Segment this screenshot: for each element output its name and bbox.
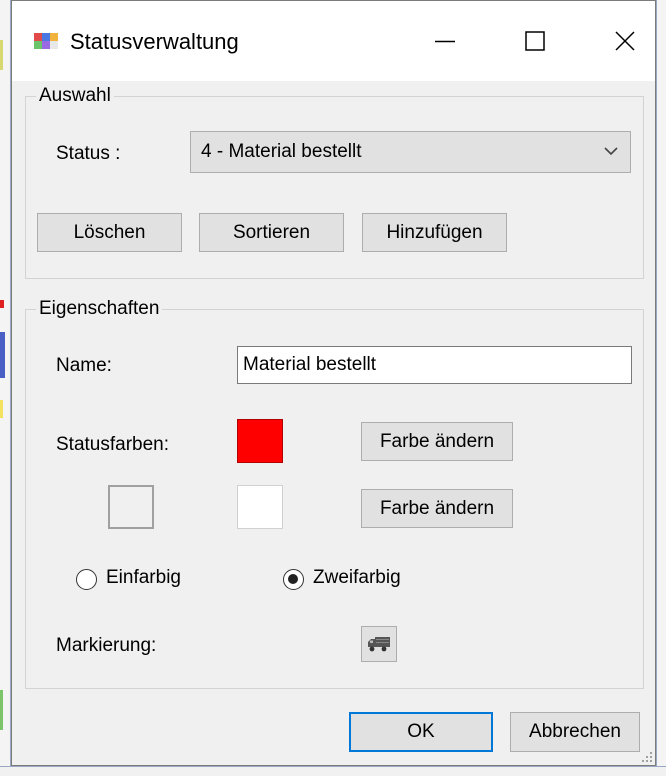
change-color-2-button[interactable]: Farbe ändern <box>361 489 513 528</box>
statusfarben-label: Statusfarben: <box>56 434 170 455</box>
auswahl-legend: Auswahl <box>36 85 114 107</box>
status-dropdown[interactable]: 4 - Material bestellt <box>190 131 631 173</box>
status-label: Status : <box>56 143 121 164</box>
sort-button[interactable]: Sortieren <box>199 213 344 252</box>
ok-button[interactable]: OK <box>349 712 493 752</box>
resize-grip-icon[interactable] <box>639 749 653 763</box>
maximize-button[interactable] <box>512 21 558 61</box>
radio-einfarbig[interactable] <box>76 569 97 590</box>
background-app-strip-left <box>0 0 11 776</box>
status-management-dialog: Statusverwaltung Auswahl Status : 4 - Ma… <box>11 0 656 766</box>
minimize-button[interactable] <box>422 21 468 61</box>
close-button[interactable] <box>602 21 648 61</box>
status-dropdown-value: 4 - Material bestellt <box>201 141 362 162</box>
name-label: Name: <box>56 355 112 376</box>
add-button[interactable]: Hinzufügen <box>362 213 507 252</box>
radio-zweifarbig-label[interactable]: Zweifarbig <box>313 567 401 589</box>
name-input[interactable]: Material bestellt <box>237 346 632 384</box>
truck-icon <box>368 637 390 652</box>
close-icon <box>615 31 635 51</box>
background-app-strip-bottom <box>0 766 666 776</box>
status-color-secondary-swatch <box>108 485 154 529</box>
markierung-button[interactable] <box>361 626 397 662</box>
change-color-1-button[interactable]: Farbe ändern <box>361 422 513 461</box>
maximize-icon <box>525 31 545 51</box>
radio-selected-dot <box>288 574 298 584</box>
app-icon <box>34 33 58 49</box>
markierung-label: Markierung: <box>56 635 157 656</box>
status-color-2-swatch[interactable] <box>237 485 283 529</box>
title-bar[interactable]: Statusverwaltung <box>12 1 655 81</box>
radio-zweifarbig[interactable] <box>283 569 304 590</box>
background-app-strip-right <box>656 0 666 776</box>
status-color-1-swatch[interactable] <box>237 419 283 463</box>
name-input-value: Material bestellt <box>243 354 377 375</box>
delete-button[interactable]: Löschen <box>37 213 182 252</box>
eigenschaften-legend: Eigenschaften <box>36 298 163 320</box>
chevron-down-icon <box>604 147 618 156</box>
cancel-button[interactable]: Abbrechen <box>510 712 640 752</box>
minimize-icon <box>435 40 455 43</box>
window-title: Statusverwaltung <box>70 29 239 54</box>
radio-einfarbig-label[interactable]: Einfarbig <box>106 567 181 589</box>
